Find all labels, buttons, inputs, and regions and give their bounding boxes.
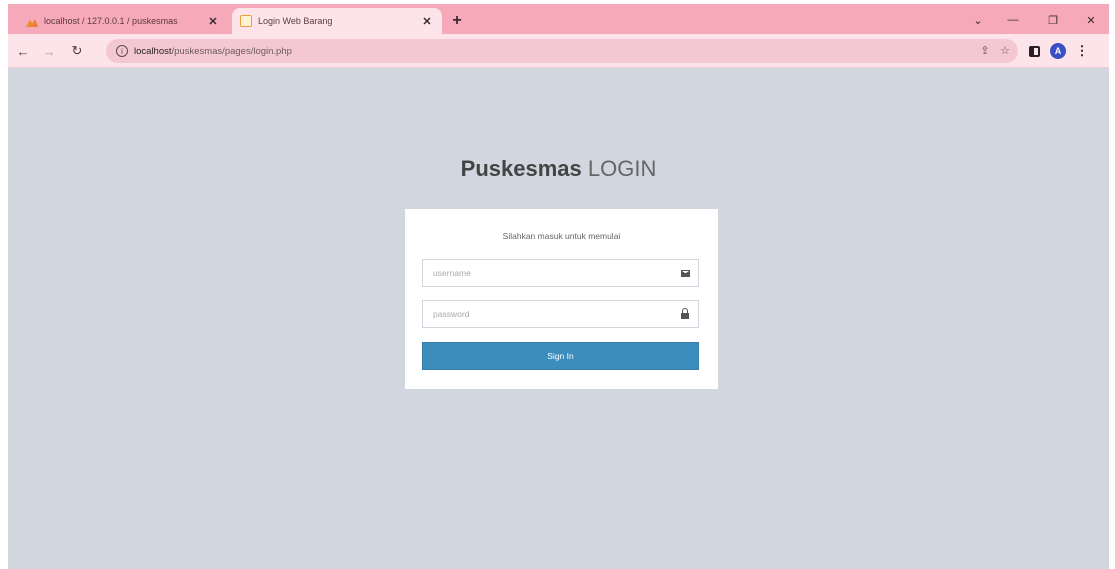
tab-title: Login Web Barang [258, 16, 333, 26]
side-panel-icon [1028, 45, 1040, 57]
sign-in-button[interactable]: Sign In [422, 342, 699, 370]
minimize-button[interactable]: — [998, 10, 1028, 30]
phpmyadmin-favicon-icon [26, 18, 38, 27]
login-box: Silahkan masuk untuk memulai Sign In [405, 209, 718, 389]
close-icon[interactable]: ✕ [420, 14, 434, 28]
page-favicon-icon [240, 15, 252, 27]
tab-login-web-barang[interactable]: Login Web Barang ✕ [232, 8, 442, 34]
forward-arrow-icon[interactable]: → [40, 42, 58, 60]
address-bar[interactable]: i localhost/puskesmas/pages/login.php [106, 39, 1018, 63]
tab-search-icon[interactable]: ⌄ [963, 10, 993, 30]
close-icon[interactable]: ✕ [206, 14, 220, 28]
menu-kebab-icon[interactable]: ⋮ [1074, 43, 1090, 59]
profile-button[interactable]: A [1050, 43, 1066, 59]
tab-phpmyadmin[interactable]: localhost / 127.0.0.1 / puskesmas ✕ [18, 8, 228, 34]
window-close-button[interactable]: ✕ [1076, 10, 1106, 30]
new-tab-button[interactable]: + [448, 12, 466, 30]
page-title: Puskesmas LOGIN [8, 156, 1109, 182]
login-message: Silahkan masuk untuk memulai [502, 231, 621, 241]
username-field[interactable] [422, 259, 699, 287]
share-icon[interactable]: ⇪ [978, 43, 992, 57]
lock-icon [680, 307, 690, 319]
logo-bold-text: Puskesmas [460, 156, 582, 181]
username-input[interactable] [423, 260, 663, 286]
browser-window: localhost / 127.0.0.1 / puskesmas ✕ Logi… [0, 0, 1115, 569]
browser-toolbar: ← → ↻ i localhost/puskesmas/pages/login.… [8, 34, 1109, 68]
avatar: A [1050, 43, 1066, 59]
tab-title: localhost / 127.0.0.1 / puskesmas [44, 16, 178, 26]
password-field[interactable] [422, 300, 699, 328]
back-arrow-icon[interactable]: ← [14, 42, 32, 60]
reload-icon[interactable]: ↻ [68, 42, 86, 60]
envelope-icon [680, 268, 690, 278]
restore-button[interactable]: ❐ [1038, 10, 1068, 30]
url-text[interactable]: localhost/puskesmas/pages/login.php [134, 46, 292, 57]
tab-strip: localhost / 127.0.0.1 / puskesmas ✕ Logi… [8, 4, 1109, 34]
password-input[interactable] [423, 301, 663, 327]
page-viewport: Puskesmas LOGIN Silahkan masuk untuk mem… [8, 68, 1109, 569]
side-panel-button[interactable] [1026, 43, 1042, 59]
logo-light-text: LOGIN [587, 156, 657, 181]
site-info-icon[interactable]: i [116, 45, 128, 57]
bookmark-star-icon[interactable]: ☆ [998, 43, 1012, 57]
